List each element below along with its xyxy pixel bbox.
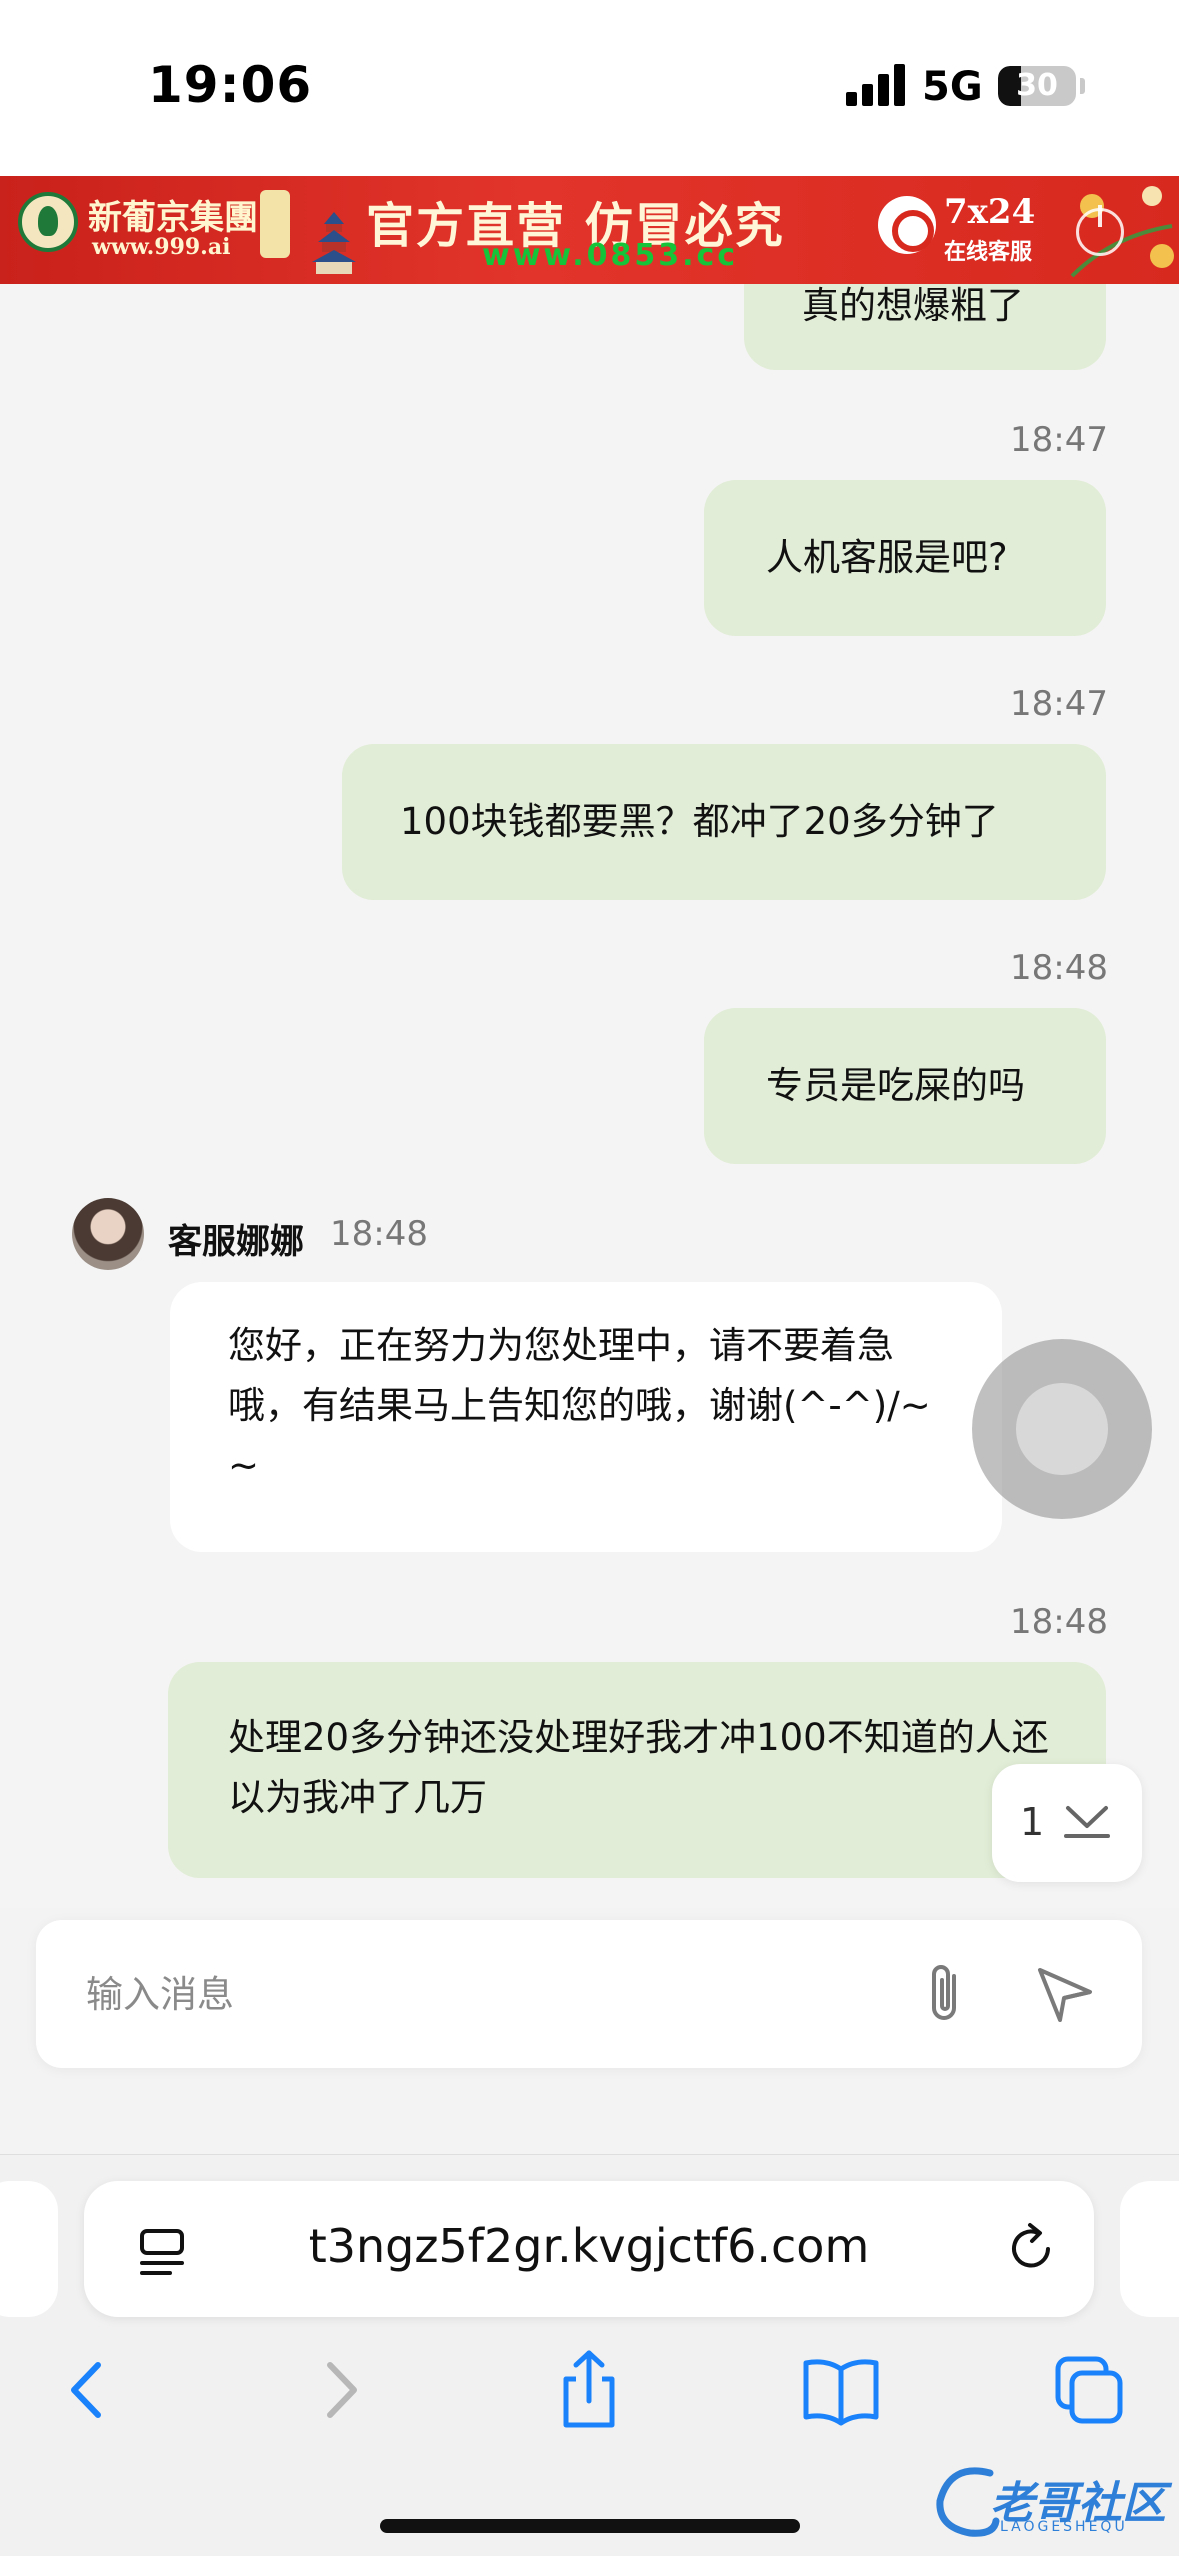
previous-tab[interactable]	[0, 2181, 58, 2317]
battery-cap	[1080, 78, 1085, 94]
ad-support-label: 在线客服	[944, 240, 1033, 265]
chat-area[interactable]: 真的想爆粗了 18:47 人机客服是吧? 18:47 100块钱都要黑？都冲了2…	[0, 284, 1179, 1908]
incoming-message: 您好，正在努力为您处理中，请不要着急哦，有结果马上告知您的哦，谢谢(^-^)/~…	[170, 1282, 1002, 1552]
message-text: 您好，正在努力为您处理中，请不要着急哦，有结果马上告知您的哦，谢谢(^-^)/~…	[228, 1324, 931, 1487]
back-icon[interactable]	[42, 2345, 132, 2435]
new-message-count: 1	[1020, 1800, 1045, 1844]
watermark-subtext: LAOGESHEQU	[1000, 2519, 1128, 2535]
outgoing-message: 专员是吃屎的吗	[704, 1008, 1106, 1164]
bookmarks-icon[interactable]	[796, 2345, 886, 2435]
battery-icon: 30	[998, 66, 1076, 106]
message-time: 18:48	[1010, 1602, 1108, 1642]
outgoing-message: 处理20多分钟还没处理好我才冲100不知道的人还以为我冲了几万	[168, 1662, 1106, 1878]
jump-to-latest-button[interactable]: 1	[992, 1764, 1142, 1882]
power-icon[interactable]	[1076, 205, 1124, 256]
ad-brand-url: www.999.ai	[92, 234, 231, 260]
message-text: 100块钱都要黑？都冲了20多分钟了	[400, 800, 999, 843]
message-text: 专员是吃屎的吗	[766, 1064, 1025, 1107]
message-time: 18:47	[1010, 684, 1108, 724]
headset-icon	[878, 196, 936, 254]
network-type: 5G	[922, 64, 983, 110]
sender-name: 客服娜娜	[168, 1222, 304, 1262]
browser-chrome: t3ngz5f2gr.kvgjctf6.com 老哥社区 LAOGESHEQU	[0, 2154, 1179, 2556]
message-text: 人机客服是吧?	[766, 536, 1008, 579]
ad-brand: 新葡京集團	[88, 198, 258, 238]
url-text[interactable]: t3ngz5f2gr.kvgjctf6.com	[204, 2219, 974, 2273]
outgoing-message: 100块钱都要黑？都冲了20多分钟了	[342, 744, 1106, 900]
battery-level: 30	[1016, 68, 1058, 103]
ad-hours: 7x24	[944, 192, 1036, 232]
message-text: 真的想爆粗了	[802, 284, 1024, 327]
watermark-logo: 老哥社区 LAOGESHEQU	[930, 2453, 1170, 2549]
send-icon[interactable]	[1032, 1962, 1096, 2026]
message-composer	[36, 1920, 1142, 2068]
tabs-icon[interactable]	[1044, 2345, 1134, 2435]
outgoing-message: 真的想爆粗了	[744, 284, 1106, 370]
ad-url: www.0853.cc	[482, 238, 739, 273]
ad-banner[interactable]: 新葡京集團 www.999.ai 官方直营 仿冒必究 www.0853.cc 7…	[0, 176, 1179, 284]
message-time: 18:48	[1010, 948, 1108, 988]
reload-icon[interactable]	[1002, 2219, 1060, 2277]
grape-logo-icon	[18, 192, 78, 252]
outgoing-message: 人机客服是吧?	[704, 480, 1106, 636]
next-tab[interactable]	[1120, 2181, 1179, 2317]
ad-seal-icon	[260, 190, 290, 258]
message-input[interactable]	[86, 1964, 886, 2024]
message-time: 18:47	[1010, 420, 1108, 460]
cellular-signal-icon	[846, 64, 906, 106]
share-icon[interactable]	[544, 2345, 634, 2435]
scroll-down-icon	[1064, 1806, 1110, 1838]
status-time: 19:06	[148, 56, 313, 114]
floating-assistive-button[interactable]	[972, 1339, 1152, 1519]
message-time: 18:48	[330, 1214, 428, 1254]
forward-icon[interactable]	[296, 2345, 386, 2435]
message-text: 处理20多分钟还没处理好我才冲100不知道的人还以为我冲了几万	[228, 1716, 1049, 1819]
home-indicator[interactable]	[380, 2519, 800, 2533]
paperclip-icon[interactable]	[916, 1958, 976, 2030]
page-menu-icon[interactable]	[134, 2223, 190, 2279]
address-bar[interactable]: t3ngz5f2gr.kvgjctf6.com	[84, 2181, 1094, 2317]
browser-toolbar	[0, 2345, 1179, 2455]
agent-avatar[interactable]	[72, 1198, 144, 1270]
temple-icon	[312, 212, 356, 274]
status-bar: 19:06 5G 30	[0, 0, 1179, 176]
